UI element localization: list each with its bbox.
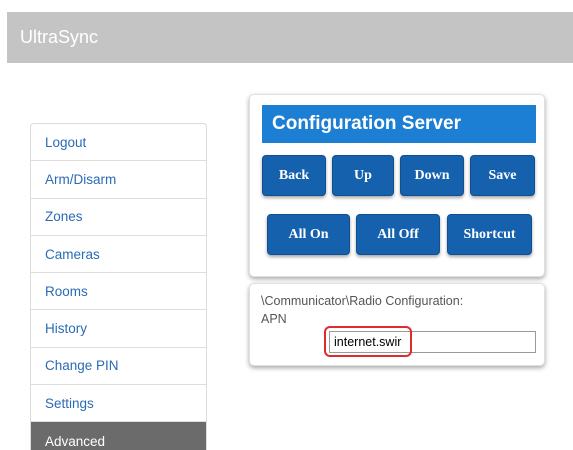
all-on-button[interactable]: All On (267, 214, 350, 255)
panel-title: Configuration Server (262, 105, 536, 143)
sidebar-item-settings[interactable]: Settings (31, 385, 206, 423)
setting-path-panel: \Communicator\Radio Configuration: APN (249, 283, 545, 366)
page: UltraSync Logout Arm/Disarm Zones Camera… (0, 0, 573, 450)
sidebar-item-advanced[interactable]: Advanced (31, 422, 206, 450)
all-off-button[interactable]: All Off (356, 214, 440, 255)
save-button[interactable]: Save (470, 155, 535, 196)
sidebar-item-arm-disarm[interactable]: Arm/Disarm (31, 161, 206, 199)
sidebar-item-zones[interactable]: Zones (31, 199, 206, 236)
sidebar-item-rooms[interactable]: Rooms (31, 273, 206, 311)
app-title: UltraSync (20, 27, 99, 47)
back-button[interactable]: Back (262, 155, 326, 196)
apn-label: APN (261, 312, 287, 326)
down-button[interactable]: Down (400, 155, 464, 196)
sidebar-item-change-pin[interactable]: Change PIN (31, 348, 206, 386)
sidebar-nav: Logout Arm/Disarm Zones Cameras Rooms Hi… (30, 123, 207, 450)
setting-path: \Communicator\Radio Configuration: (261, 294, 464, 308)
app-header: UltraSync (7, 12, 573, 63)
sidebar-item-cameras[interactable]: Cameras (31, 236, 206, 274)
up-button[interactable]: Up (332, 155, 394, 196)
sidebar-item-logout[interactable]: Logout (31, 124, 206, 162)
configuration-server-panel: Configuration Server Back Up Down Save A… (249, 94, 545, 277)
shortcut-button[interactable]: Shortcut (447, 214, 532, 255)
sidebar-item-history[interactable]: History (31, 310, 206, 348)
apn-input[interactable] (329, 331, 536, 353)
